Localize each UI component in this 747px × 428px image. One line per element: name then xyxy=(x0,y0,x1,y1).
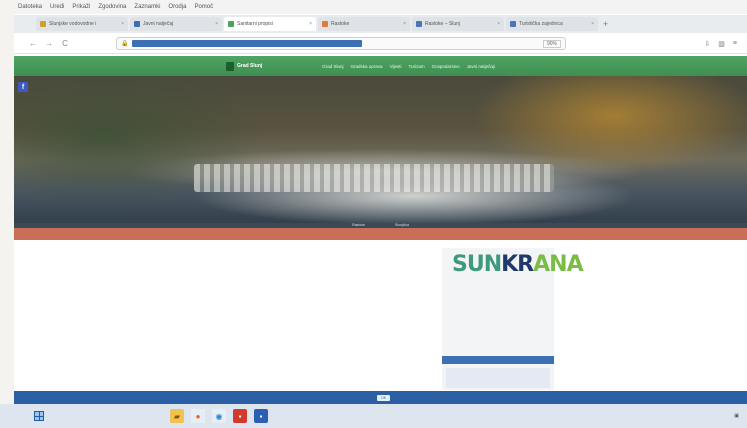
notification-icon[interactable]: ▣ xyxy=(734,413,739,419)
sidebar-box xyxy=(446,368,550,388)
download-icon[interactable]: ⇩ xyxy=(704,40,710,48)
close-tab-icon[interactable]: × xyxy=(497,21,500,27)
menu-item-help[interactable]: Pomoč xyxy=(194,4,213,10)
url-text[interactable] xyxy=(132,40,363,47)
sidebar-heading xyxy=(442,356,554,364)
close-tab-icon[interactable]: × xyxy=(591,21,594,27)
start-icon[interactable] xyxy=(34,411,44,421)
logo-part: ANA xyxy=(533,252,583,277)
taskbar: ▰ ● ◉ ▪ ▪ ▣ xyxy=(0,404,747,428)
lock-icon: 🔒 xyxy=(121,41,129,47)
favicon-icon xyxy=(228,21,234,27)
menu-item-tools[interactable]: Orodja xyxy=(168,4,186,10)
forward-button[interactable]: → xyxy=(44,39,54,48)
zoom-indicator[interactable]: 90% xyxy=(542,39,561,48)
sunkrana-logo[interactable]: SUNKRANA xyxy=(452,252,584,277)
cookie-bar: OK xyxy=(14,391,747,404)
tab-label: Slunjske vodovodne i xyxy=(49,21,97,27)
close-tab-icon[interactable]: × xyxy=(403,21,406,27)
crest-icon xyxy=(226,61,234,71)
favicon-icon xyxy=(510,21,516,27)
browser-tab[interactable]: Rastoke × xyxy=(318,17,410,31)
hero-image: f Rastoke Slunjčica xyxy=(14,76,747,228)
favicon-icon xyxy=(416,21,422,27)
pdf-icon[interactable]: ▪ xyxy=(233,409,247,423)
logo-part: KR xyxy=(501,252,534,277)
site-logo-text: Grad Slunj xyxy=(237,62,263,69)
favicon-icon xyxy=(40,21,46,27)
menu-item-bookmarks[interactable]: Zaznamki xyxy=(134,4,160,10)
site-nav-item[interactable]: Gradska uprava xyxy=(351,64,383,69)
site-header: Grad Slunj Grad Slunj Gradska uprava Vij… xyxy=(14,56,747,76)
accent-strip xyxy=(14,228,747,240)
menu-icon[interactable]: ≡ xyxy=(733,40,737,48)
address-bar[interactable]: 🔒 90% xyxy=(116,37,566,50)
menu-item-history[interactable]: Zgodovina xyxy=(98,4,126,10)
back-button[interactable]: ← xyxy=(28,39,38,48)
site-logo[interactable]: Grad Slunj xyxy=(226,61,263,71)
toolbar-icons: ⇩ ▥ ≡ xyxy=(704,40,747,48)
waterfall-shape xyxy=(194,164,554,192)
new-tab-button[interactable]: + xyxy=(603,19,608,29)
tab-label: Rastoke – Slunj xyxy=(425,21,461,27)
site-nav: Grad Slunj Gradska uprava Vijesti Turiza… xyxy=(322,64,495,69)
browser-tab[interactable]: Javni natječaj × xyxy=(130,17,222,31)
logo-part: SUN xyxy=(452,252,502,277)
browser-tab[interactable]: Slunjske vodovodne i × xyxy=(36,17,128,31)
folder-icon[interactable]: ▰ xyxy=(170,409,184,423)
site-nav-item[interactable]: Vijesti xyxy=(390,64,402,69)
favicon-icon xyxy=(322,21,328,27)
close-tab-icon[interactable]: × xyxy=(215,21,218,27)
close-tab-icon[interactable]: × xyxy=(121,21,124,27)
favicon-icon xyxy=(134,21,140,27)
taskbar-apps: ▰ ● ◉ ▪ ▪ xyxy=(170,409,268,423)
navigation-bar: ← → C 🔒 90% ⇩ ▥ ≡ xyxy=(14,34,747,54)
browser-icon[interactable]: ● xyxy=(191,409,205,423)
sidebar: SUNKRANA xyxy=(442,248,584,390)
reload-button[interactable]: C xyxy=(60,39,70,48)
page-content: SUNKRANA xyxy=(14,240,747,390)
browser-tab[interactable]: Rastoke – Slunj × xyxy=(412,17,504,31)
system-tray: ▣ xyxy=(722,413,747,419)
edge-icon[interactable]: ◉ xyxy=(212,409,226,423)
menu-bar: Datoteka Uredi Prikaži Zgodovina Zaznamk… xyxy=(14,0,747,14)
site-nav-item[interactable]: Javni natječaji xyxy=(467,64,495,69)
site-nav-item[interactable]: Grad Slunj xyxy=(322,64,343,69)
browser-window: Datoteka Uredi Prikaži Zgodovina Zaznamk… xyxy=(14,0,747,410)
word-icon[interactable]: ▪ xyxy=(254,409,268,423)
site-nav-item[interactable]: Gospodarstvo xyxy=(432,64,460,69)
menu-item-view[interactable]: Prikaži xyxy=(72,4,90,10)
site-nav-item[interactable]: Turizam xyxy=(409,64,425,69)
cookie-accept-button[interactable]: OK xyxy=(376,394,391,401)
menu-item-file[interactable]: Datoteka xyxy=(18,4,42,10)
tab-label: Sanitarni propisi xyxy=(237,21,273,27)
campaign-logo xyxy=(372,298,434,348)
tab-label: Javni natječaj xyxy=(143,21,174,27)
menu-item-edit[interactable]: Uredi xyxy=(50,4,64,10)
library-icon[interactable]: ▥ xyxy=(718,40,725,48)
close-tab-icon[interactable]: × xyxy=(309,21,312,27)
browser-tab[interactable]: Turistička zajednica × xyxy=(506,17,598,31)
facebook-icon[interactable]: f xyxy=(18,82,28,92)
tab-strip: Slunjske vodovodne i × Javni natječaj × Sani… xyxy=(14,15,747,33)
tab-label: Rastoke xyxy=(331,21,350,27)
browser-tab[interactable]: Sanitarni propisi × xyxy=(224,17,316,31)
tab-label: Turistička zajednica xyxy=(519,21,563,27)
